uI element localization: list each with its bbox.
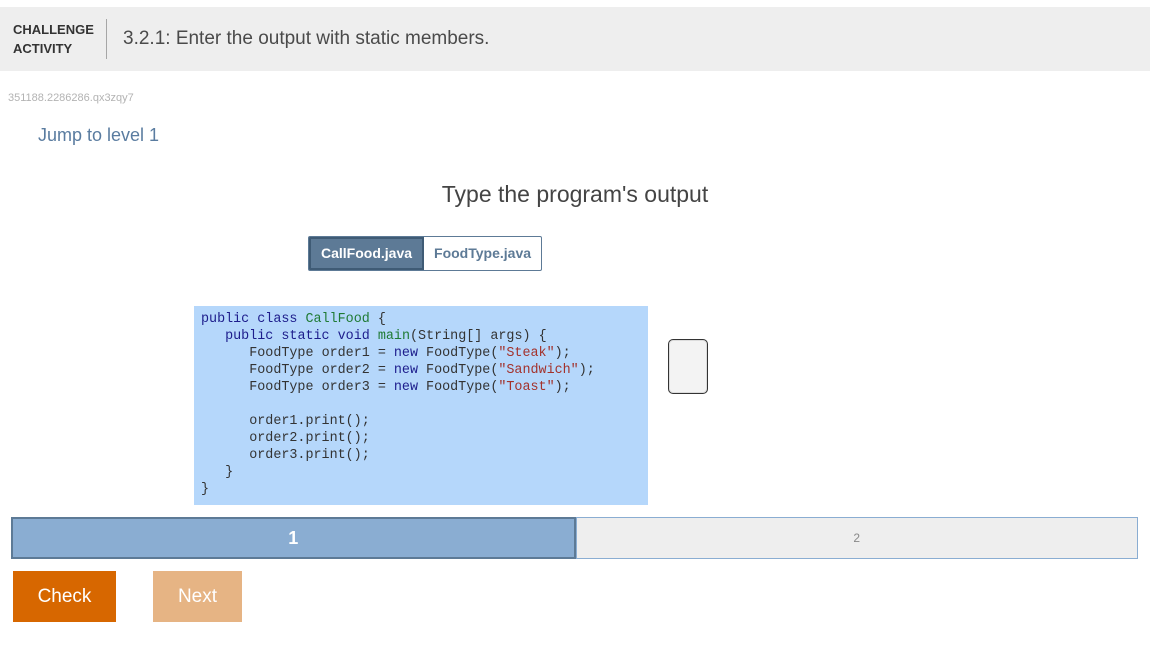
code-ctor: FoodType( [418, 363, 499, 378]
code-string: "Steak" [498, 346, 555, 361]
code-listing: public class CallFood { public static vo… [194, 306, 648, 505]
activity-header: CHALLENGE ACTIVITY 3.2.1: Enter the outp… [0, 7, 1150, 71]
code-var: order3 [321, 380, 370, 395]
code-punct: { [369, 312, 386, 327]
code-brace: } [201, 482, 210, 497]
activity-type-label: CHALLENGE ACTIVITY [13, 20, 94, 58]
tab-foodtype-java[interactable]: FoodType.java [424, 237, 541, 270]
code-keyword: class [257, 312, 298, 327]
code-type: FoodType [249, 346, 314, 361]
code-keyword: static [281, 329, 330, 344]
code-brace: } [225, 465, 234, 480]
activity-title: 3.2.1: Enter the output with static memb… [123, 28, 490, 49]
activity-id: 351188.2286286.qx3zqy7 [8, 92, 134, 104]
code-class-name: CallFood [305, 312, 370, 327]
code-punct: ); [554, 380, 571, 395]
code-string: "Toast" [498, 380, 555, 395]
code-keyword: new [393, 380, 418, 395]
code-keyword: void [337, 329, 370, 344]
code-var: order2 [321, 363, 370, 378]
tab-callfood-java[interactable]: CallFood.java [309, 237, 425, 270]
code-keyword: public [201, 312, 250, 327]
code-punct: ); [554, 346, 571, 361]
page: CHALLENGE ACTIVITY 3.2.1: Enter the outp… [0, 0, 1150, 647]
output-answer-field[interactable] [668, 339, 708, 394]
activity-type-line1: CHALLENGE [13, 22, 94, 37]
code-method-name: main [377, 329, 410, 344]
header-divider [106, 19, 107, 59]
code-op: = [369, 363, 394, 378]
code-op: = [369, 346, 394, 361]
level-2-segment[interactable]: 2 [575, 517, 1138, 559]
code-statement: order2.print(); [249, 431, 370, 446]
code-var: order1 [321, 346, 370, 361]
code-keyword: public [225, 329, 274, 344]
next-button[interactable]: Next [153, 571, 242, 622]
code-op: = [369, 380, 394, 395]
jump-to-level-link[interactable]: Jump to level 1 [38, 125, 159, 146]
instruction-prompt: Type the program's output [441, 181, 709, 207]
code-ctor: FoodType( [418, 346, 499, 361]
code-statement: order1.print(); [249, 414, 370, 429]
level-progress-bar: 1 2 [11, 517, 1138, 559]
code-statement: order3.print(); [249, 448, 370, 463]
code-keyword: new [393, 363, 418, 378]
file-tabs: CallFood.java FoodType.java [308, 236, 543, 271]
activity-type-line2: ACTIVITY [13, 41, 73, 56]
code-punct: ); [578, 363, 595, 378]
code-string: "Sandwich" [498, 363, 579, 378]
check-button[interactable]: Check [13, 571, 116, 622]
level-1-segment[interactable]: 1 [11, 517, 576, 559]
code-ctor: FoodType( [418, 380, 499, 395]
code-params: (String[] args) { [410, 329, 547, 344]
code-text: public class CallFood { public static vo… [201, 311, 648, 498]
code-keyword: new [393, 346, 418, 361]
code-type: FoodType [249, 363, 314, 378]
code-type: FoodType [249, 380, 314, 395]
